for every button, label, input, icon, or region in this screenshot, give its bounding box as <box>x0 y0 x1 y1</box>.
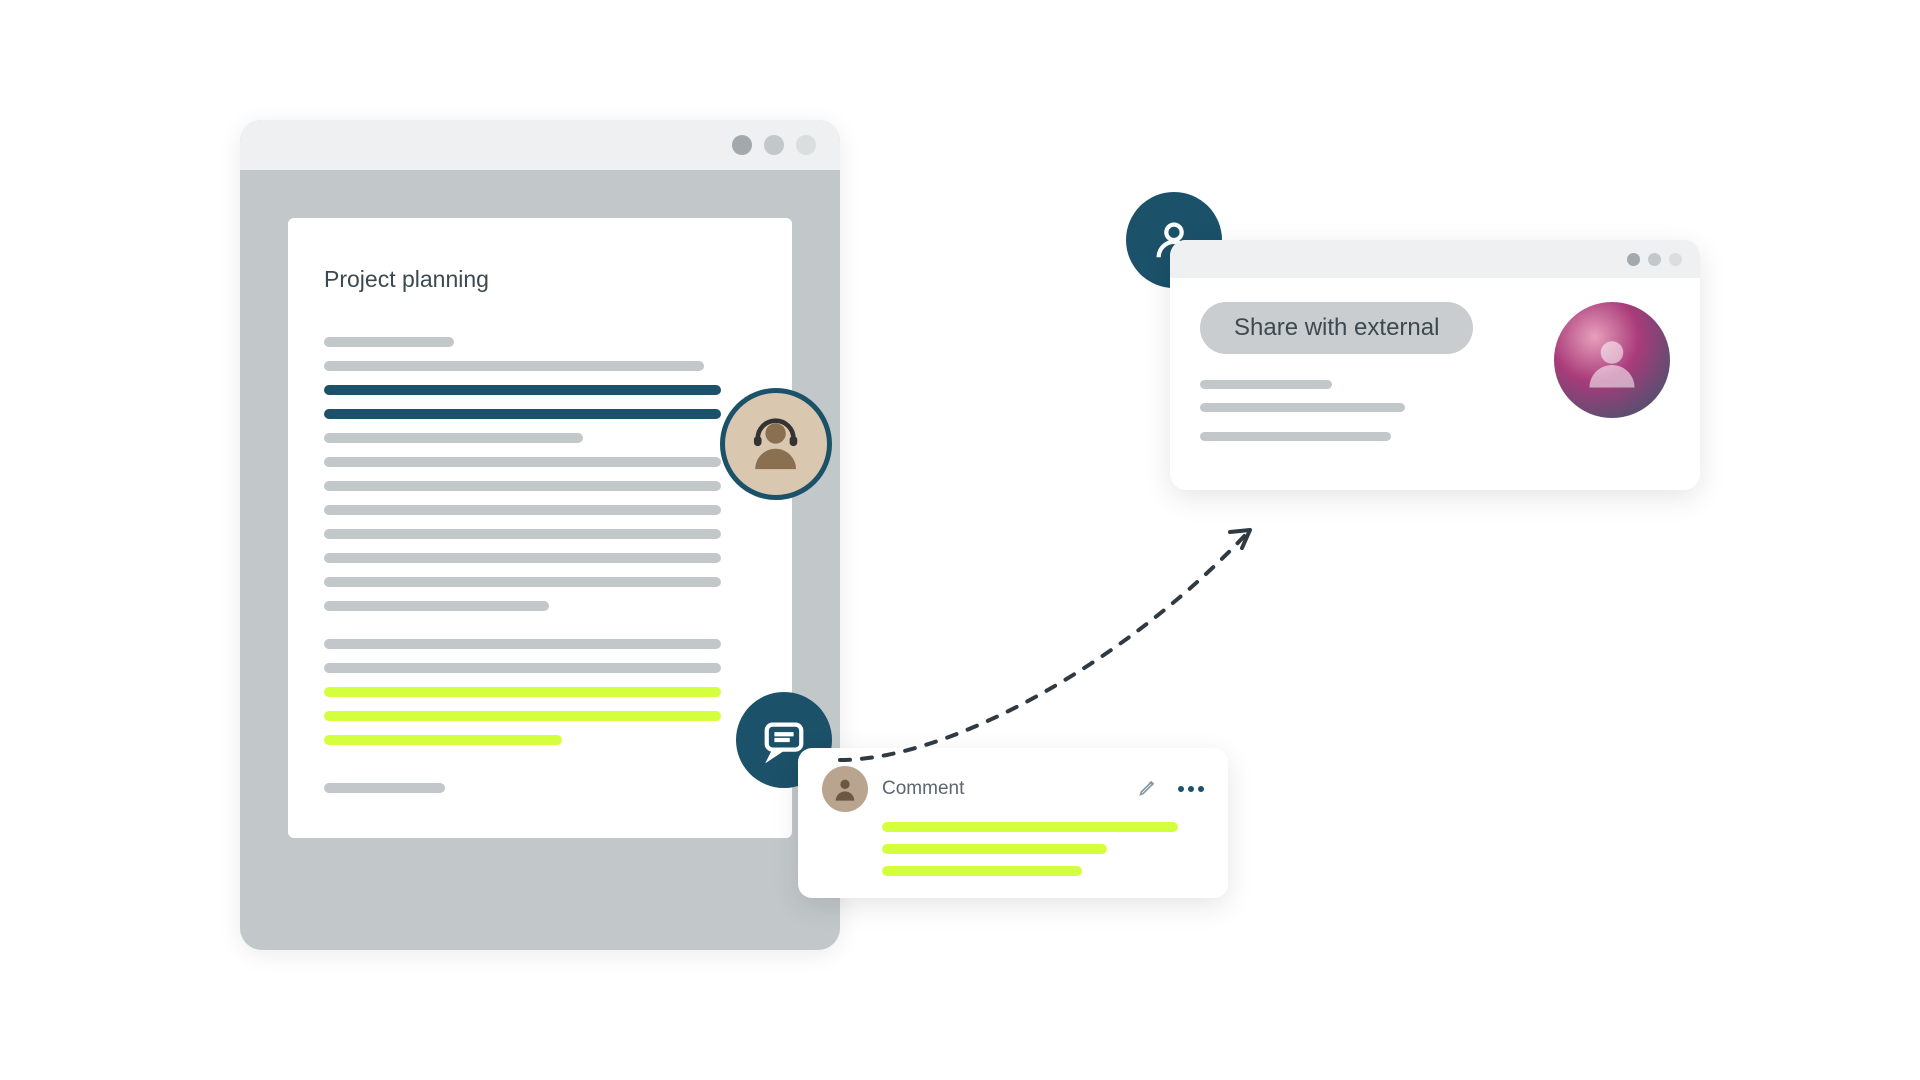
window-control-dot[interactable] <box>732 135 752 155</box>
highlighted-line <box>324 385 721 395</box>
comment-heading: Comment <box>882 778 1124 800</box>
text-line <box>324 457 721 467</box>
document-page: Project planning <box>288 218 792 838</box>
text-line <box>324 663 721 673</box>
flow-arrow <box>830 510 1300 770</box>
text-line <box>324 337 454 347</box>
text-line <box>324 505 721 515</box>
annotated-line <box>324 735 562 745</box>
commenter-avatar[interactable] <box>822 766 868 812</box>
share-external-button[interactable]: Share with external <box>1200 302 1473 354</box>
window-control-dot[interactable] <box>764 135 784 155</box>
document-title: Project planning <box>324 266 756 293</box>
text-line <box>324 481 721 491</box>
person-headset-icon <box>745 413 806 474</box>
person-icon <box>831 775 859 803</box>
highlighted-line <box>324 409 721 419</box>
text-line <box>324 433 583 443</box>
window-control-dot[interactable] <box>796 135 816 155</box>
collaborator-avatar[interactable] <box>720 388 832 500</box>
comment-text-line <box>882 866 1082 876</box>
person-icon <box>1582 330 1642 390</box>
external-user-avatar[interactable] <box>1554 302 1670 418</box>
window-control-dot[interactable] <box>1648 253 1661 266</box>
window-titlebar <box>240 120 840 170</box>
text-line <box>324 553 721 563</box>
text-line <box>324 577 721 587</box>
text-line <box>324 601 549 611</box>
annotated-line <box>324 711 721 721</box>
window-control-dot[interactable] <box>1669 253 1682 266</box>
comment-body <box>822 812 1204 876</box>
annotated-line <box>324 687 721 697</box>
more-icon[interactable] <box>1178 786 1204 792</box>
text-line <box>324 529 721 539</box>
comment-card: Comment <box>798 748 1228 898</box>
text-line <box>1200 403 1405 412</box>
text-line <box>324 639 721 649</box>
edit-icon[interactable] <box>1138 777 1158 802</box>
share-window: Share with external <box>1170 240 1700 490</box>
text-line <box>1200 380 1332 389</box>
comment-text-line <box>882 822 1178 832</box>
text-line <box>1200 432 1391 441</box>
comment-text-line <box>882 844 1107 854</box>
document-window: Project planning <box>240 120 840 950</box>
text-line <box>324 783 445 793</box>
window-titlebar <box>1170 240 1700 278</box>
window-control-dot[interactable] <box>1627 253 1640 266</box>
text-line <box>324 361 704 371</box>
